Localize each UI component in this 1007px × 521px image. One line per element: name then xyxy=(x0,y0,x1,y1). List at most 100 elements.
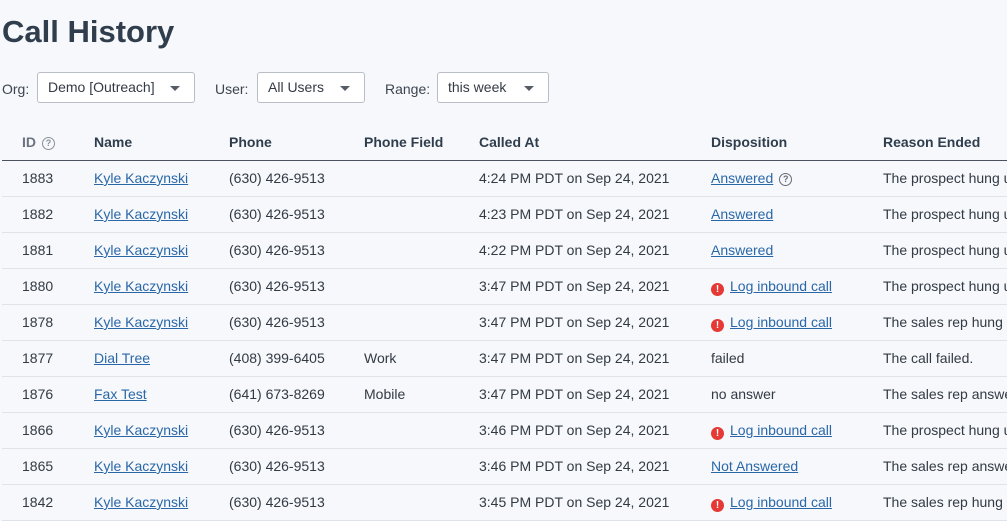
cell-phone: (630) 426-9513 xyxy=(229,242,325,258)
cell-phone: (630) 426-9513 xyxy=(229,422,325,438)
cell-reason: The sales rep hung up xyxy=(883,314,1007,330)
contact-name-link[interactable]: Kyle Kaczynski xyxy=(94,170,188,186)
cell-id: 1881 xyxy=(22,242,54,258)
cell-phone: (630) 426-9513 xyxy=(229,314,325,330)
cell-reason: The prospect hung up xyxy=(883,422,1007,438)
caret-down-icon xyxy=(170,86,180,91)
contact-name-link[interactable]: Kyle Kaczynski xyxy=(94,278,188,294)
cell-disposition: Not Answered xyxy=(711,458,798,474)
cell-disposition: no answer xyxy=(711,386,776,402)
caret-down-icon xyxy=(524,86,534,91)
cell-reason: The prospect hung up xyxy=(883,242,1007,258)
cell-reason: The sales rep answered xyxy=(883,386,1007,402)
org-select-value: Demo [Outreach] xyxy=(48,79,155,95)
cell-id: 1842 xyxy=(22,494,54,510)
table-row: 1880 Kyle Kaczynski (630) 426-9513 3:47 … xyxy=(2,269,1007,305)
table-row: 1881 Kyle Kaczynski (630) 426-9513 4:22 … xyxy=(2,233,1007,269)
disposition-link[interactable]: Answered xyxy=(711,242,773,258)
alert-circle-icon: ! xyxy=(711,283,724,296)
cell-called-at: 3:47 PM PDT on Sep 24, 2021 xyxy=(479,278,670,294)
cell-id: 1876 xyxy=(22,386,54,402)
cell-disposition: ! Log inbound call xyxy=(711,422,832,440)
cell-id: 1880 xyxy=(22,278,54,294)
cell-id: 1882 xyxy=(22,206,54,222)
cell-reason: The prospect hung up xyxy=(883,206,1007,222)
help-circle-icon[interactable]: ? xyxy=(779,173,793,186)
header-phone[interactable]: Phone xyxy=(229,134,272,150)
disposition-link[interactable]: Log inbound call xyxy=(730,422,832,438)
cell-disposition: failed xyxy=(711,350,745,366)
cell-disposition: Answered? xyxy=(711,170,793,186)
cell-called-at: 3:47 PM PDT on Sep 24, 2021 xyxy=(479,350,670,366)
disposition-link[interactable]: Log inbound call xyxy=(730,278,832,294)
user-select[interactable]: All Users xyxy=(257,72,365,103)
disposition-link[interactable]: Answered xyxy=(711,170,773,186)
disposition-link[interactable]: Not Answered xyxy=(711,458,798,474)
org-label: Org: xyxy=(2,81,30,97)
help-circle-icon[interactable]: ? xyxy=(42,137,55,150)
header-name[interactable]: Name xyxy=(94,134,132,150)
cell-disposition: ! Log inbound call xyxy=(711,278,832,296)
filter-bar: Org: Demo [Outreach] User: All Users Ran… xyxy=(2,72,1002,105)
alert-circle-icon: ! xyxy=(711,319,724,332)
cell-phone: (630) 426-9513 xyxy=(229,170,325,186)
contact-name-link[interactable]: Kyle Kaczynski xyxy=(94,458,188,474)
cell-disposition: Answered xyxy=(711,206,773,222)
table-row: 1877 Dial Tree (408) 399-6405 Work 3:47 … xyxy=(2,341,1007,377)
cell-reason: The prospect hung up xyxy=(883,170,1007,186)
range-label: Range: xyxy=(385,81,431,97)
org-select[interactable]: Demo [Outreach] xyxy=(37,72,195,103)
cell-called-at: 3:46 PM PDT on Sep 24, 2021 xyxy=(479,422,670,438)
cell-phone: (630) 426-9513 xyxy=(229,278,325,294)
cell-reason: The call failed. xyxy=(883,350,974,366)
cell-phone: (408) 399-6405 xyxy=(229,350,325,366)
disposition-link[interactable]: Log inbound call xyxy=(730,314,832,330)
cell-disposition: ! Log inbound call xyxy=(711,494,832,512)
table-row: 1865 Kyle Kaczynski (630) 426-9513 3:46 … xyxy=(2,449,1007,485)
contact-name-link[interactable]: Kyle Kaczynski xyxy=(94,242,188,258)
header-id[interactable]: ID? xyxy=(22,134,55,150)
cell-reason: The prospect hung up xyxy=(883,278,1007,294)
header-disposition[interactable]: Disposition xyxy=(711,134,787,150)
cell-phone-field: Work xyxy=(364,350,397,366)
range-select[interactable]: this week xyxy=(437,72,549,103)
cell-called-at: 3:45 PM PDT on Sep 24, 2021 xyxy=(479,494,670,510)
header-reason-ended[interactable]: Reason Ended xyxy=(883,134,980,150)
table-row: 1866 Kyle Kaczynski (630) 426-9513 3:46 … xyxy=(2,413,1007,449)
disposition-link[interactable]: Log inbound call xyxy=(730,494,832,510)
table-row: 1878 Kyle Kaczynski (630) 426-9513 3:47 … xyxy=(2,305,1007,341)
page-title: Call History xyxy=(2,14,175,49)
cell-called-at: 3:46 PM PDT on Sep 24, 2021 xyxy=(479,458,670,474)
cell-disposition: ! Log inbound call xyxy=(711,314,832,332)
contact-name-link[interactable]: Kyle Kaczynski xyxy=(94,314,188,330)
cell-phone: (641) 673-8269 xyxy=(229,386,325,402)
cell-id: 1866 xyxy=(22,422,54,438)
alert-circle-icon: ! xyxy=(711,427,724,440)
cell-reason: The sales rep answered xyxy=(883,458,1007,474)
caret-down-icon xyxy=(340,86,350,91)
header-phone-field[interactable]: Phone Field xyxy=(364,134,443,150)
cell-id: 1877 xyxy=(22,350,54,366)
user-select-value: All Users xyxy=(268,79,325,95)
cell-id: 1865 xyxy=(22,458,54,474)
contact-name-link[interactable]: Kyle Kaczynski xyxy=(94,494,188,510)
cell-disposition: Answered xyxy=(711,242,773,258)
cell-called-at: 4:24 PM PDT on Sep 24, 2021 xyxy=(479,170,670,186)
cell-phone: (630) 426-9513 xyxy=(229,494,325,510)
cell-reason: The sales rep hung up xyxy=(883,494,1007,510)
call-history-table: ID? Name Phone Phone Field Called At Dis… xyxy=(2,124,1007,521)
contact-name-link[interactable]: Kyle Kaczynski xyxy=(94,422,188,438)
contact-name-link[interactable]: Fax Test xyxy=(94,386,147,402)
cell-called-at: 3:47 PM PDT on Sep 24, 2021 xyxy=(479,386,670,402)
header-called-at[interactable]: Called At xyxy=(479,134,539,150)
cell-called-at: 4:22 PM PDT on Sep 24, 2021 xyxy=(479,242,670,258)
disposition-link[interactable]: Answered xyxy=(711,206,773,222)
table-row: 1882 Kyle Kaczynski (630) 426-9513 4:23 … xyxy=(2,197,1007,233)
cell-called-at: 4:23 PM PDT on Sep 24, 2021 xyxy=(479,206,670,222)
contact-name-link[interactable]: Dial Tree xyxy=(94,350,150,366)
cell-id: 1878 xyxy=(22,314,54,330)
user-label: User: xyxy=(215,81,249,97)
table-header: ID? Name Phone Phone Field Called At Dis… xyxy=(2,124,1007,161)
alert-circle-icon: ! xyxy=(711,499,724,512)
contact-name-link[interactable]: Kyle Kaczynski xyxy=(94,206,188,222)
